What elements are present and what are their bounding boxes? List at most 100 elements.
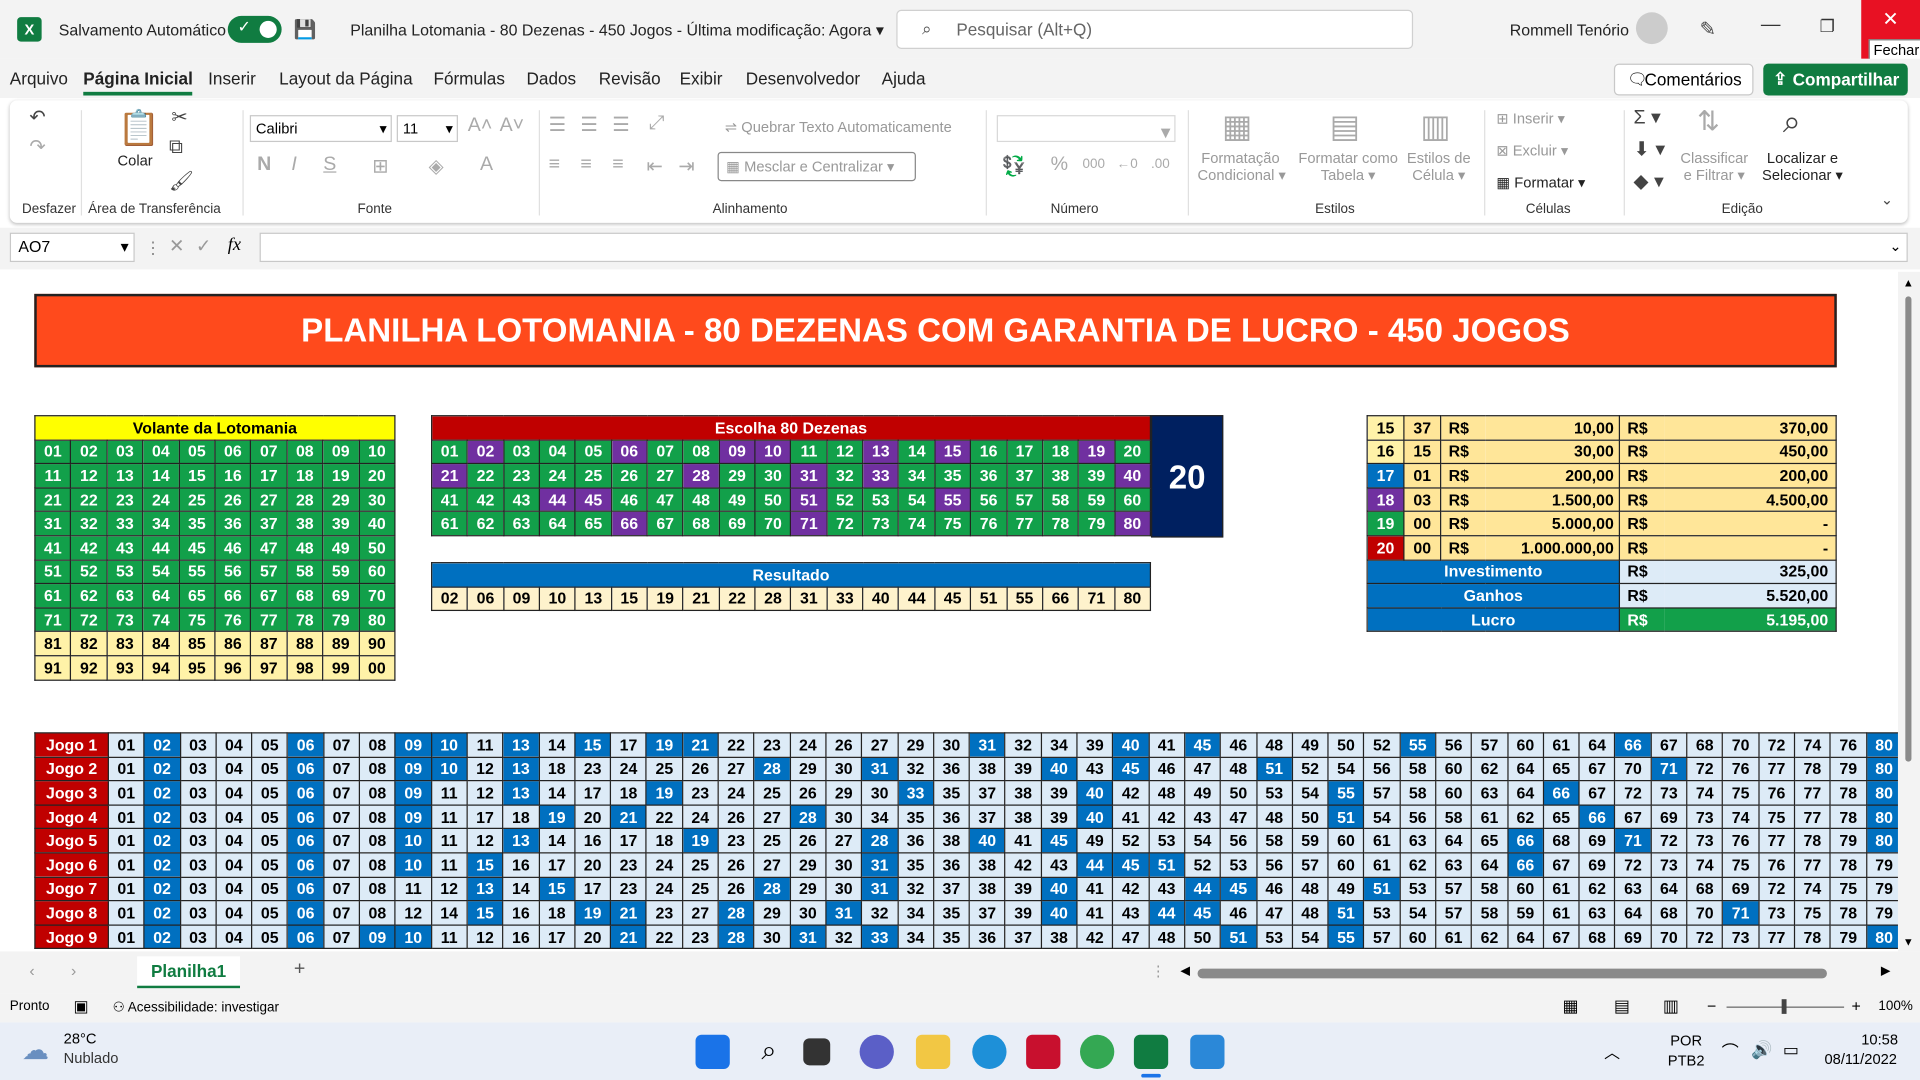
jogo-cell[interactable]: 19 (645, 732, 683, 758)
jogo-cell[interactable]: 57 (1435, 876, 1473, 902)
jogo-cell[interactable]: 46 (1255, 876, 1293, 902)
jogo-cell[interactable]: 78 (1793, 756, 1831, 782)
volante-cell[interactable]: 15 (178, 463, 216, 489)
jogo-cell[interactable]: 04 (215, 924, 253, 950)
jogo-cell[interactable]: 55 (1327, 924, 1365, 950)
user-name[interactable]: Rommell Tenório (1510, 21, 1629, 39)
jogo-cell[interactable]: 51 (1363, 876, 1401, 902)
jogo-cell[interactable]: 69 (1650, 804, 1688, 830)
volante-cell[interactable]: 09 (322, 439, 360, 465)
jogo-cell[interactable]: 34 (861, 804, 899, 830)
jogo-cell[interactable]: 29 (753, 900, 791, 926)
jogo-cell[interactable]: 56 (1363, 756, 1401, 782)
jogo-cell[interactable]: 24 (609, 756, 648, 782)
premio-total[interactable]: 200,00 (1663, 463, 1837, 489)
jogo-cell[interactable]: 78 (1793, 924, 1831, 950)
volante-cell[interactable]: 69 (322, 583, 360, 609)
escolha-cell[interactable]: 29 (718, 463, 756, 489)
escolha-cell[interactable]: 44 (538, 487, 576, 513)
jogo-cell[interactable]: 60 (1327, 852, 1365, 878)
jogo-cell[interactable]: 07 (322, 732, 361, 758)
escolha-cell[interactable]: 33 (862, 463, 900, 489)
percent-icon[interactable]: % (1051, 154, 1068, 176)
escolha-cell[interactable]: 73 (862, 511, 900, 537)
premio-valor[interactable]: 30,00 (1484, 439, 1621, 465)
volante-cell[interactable]: 32 (70, 511, 108, 537)
formula-input[interactable]: ⌄ (259, 232, 1908, 263)
jogo-cell[interactable]: 23 (574, 756, 612, 782)
jogo-label[interactable]: Jogo 2 (34, 756, 109, 782)
vertical-scrollbar[interactable]: ▲ ▼ (1897, 271, 1920, 952)
jogo-cell[interactable]: 50 (1219, 780, 1257, 806)
volante-cell[interactable]: 65 (178, 583, 216, 609)
jogo-cell[interactable]: 57 (1470, 732, 1509, 758)
jogo-cell[interactable]: 05 (251, 828, 289, 854)
add-sheet-icon[interactable]: + (294, 959, 305, 981)
volante-cell[interactable]: 92 (70, 655, 108, 681)
volante-cell[interactable]: 85 (178, 631, 216, 657)
jogo-cell[interactable]: 06 (287, 924, 325, 950)
jogo-cell[interactable]: 72 (1614, 852, 1652, 878)
jogo-cell[interactable]: 27 (753, 804, 791, 830)
jogo-cell[interactable]: 30 (825, 804, 863, 830)
jogo-cell[interactable]: 69 (1614, 924, 1652, 950)
jogo-cell[interactable]: 31 (861, 756, 899, 782)
premio-total[interactable]: 370,00 (1663, 415, 1837, 441)
jogo-cell[interactable]: 31 (861, 876, 899, 902)
jogo-cell[interactable]: 29 (789, 756, 827, 782)
jogo-cell[interactable]: 08 (358, 876, 396, 902)
battery-icon[interactable]: ▭ (1783, 1040, 1799, 1061)
jogo-cell[interactable]: 11 (466, 732, 504, 758)
escolha-cell[interactable]: 54 (898, 487, 936, 513)
jogo-cell[interactable]: 62 (1470, 756, 1509, 782)
align-left-icon[interactable]: ≡ (549, 154, 560, 176)
jogo-cell[interactable]: 35 (896, 804, 935, 830)
jogo-cell[interactable]: 65 (1542, 804, 1580, 830)
notepad-icon[interactable] (1190, 1034, 1225, 1069)
jogo-cell[interactable]: 24 (645, 876, 683, 902)
jogo-cell[interactable]: 56 (1219, 828, 1257, 854)
jogo-cell[interactable]: 76 (1722, 828, 1760, 854)
jogo-cell[interactable]: 12 (466, 828, 504, 854)
jogo-cell[interactable]: 31 (825, 900, 863, 926)
jogo-cell[interactable]: 16 (502, 852, 540, 878)
volante-cell[interactable]: 89 (322, 631, 360, 657)
jogo-cell[interactable]: 06 (287, 804, 325, 830)
resultado-cell[interactable]: 06 (466, 586, 505, 612)
jogo-cell[interactable]: 63 (1470, 780, 1509, 806)
jogo-cell[interactable]: 46 (1219, 900, 1257, 926)
enter-icon[interactable]: ✓ (196, 235, 211, 257)
jogo-cell[interactable]: 77 (1793, 852, 1831, 878)
volante-cell[interactable]: 77 (250, 607, 288, 633)
jogo-cell[interactable]: 16 (574, 828, 612, 854)
borders-icon[interactable]: ⊞ (372, 154, 388, 178)
volante-cell[interactable]: 96 (214, 655, 252, 681)
jogo-cell[interactable]: 71 (1722, 900, 1760, 926)
escolha-cell[interactable]: 16 (969, 439, 1008, 465)
premio-moeda[interactable]: R$ (1440, 463, 1485, 489)
jogo-cell[interactable]: 54 (1291, 780, 1329, 806)
number-format-select[interactable]: ▾ (996, 115, 1176, 143)
volante-cell[interactable]: 70 (358, 583, 396, 609)
resultado-cell[interactable]: 21 (682, 586, 720, 612)
align-center-icon[interactable]: ≡ (580, 154, 591, 176)
jogo-cell[interactable]: 55 (1327, 780, 1365, 806)
jogo-cell[interactable]: 30 (753, 924, 791, 950)
jogo-cell[interactable]: 13 (502, 828, 540, 854)
jogo-cell[interactable]: 45 (1183, 900, 1222, 926)
jogo-cell[interactable]: 22 (645, 924, 683, 950)
jogo-cell[interactable]: 38 (932, 828, 970, 854)
jogo-cell[interactable]: 25 (681, 876, 719, 902)
jogo-cell[interactable]: 54 (1291, 924, 1329, 950)
jogo-cell[interactable]: 34 (1040, 732, 1078, 758)
volante-cell[interactable]: 22 (70, 487, 108, 513)
jogo-cell[interactable]: 21 (609, 924, 648, 950)
jogo-cell[interactable]: 26 (717, 852, 755, 878)
premio-pontos[interactable]: 17 (1366, 463, 1405, 489)
escolha-cell[interactable]: 01 (431, 439, 469, 465)
jogo-cell[interactable]: 26 (717, 804, 755, 830)
volante-cell[interactable]: 26 (214, 487, 252, 513)
align-middle-icon[interactable]: ☰ (580, 113, 598, 137)
jogo-cell[interactable]: 72 (1757, 876, 1796, 902)
jogo-cell[interactable]: 79 (1865, 852, 1898, 878)
